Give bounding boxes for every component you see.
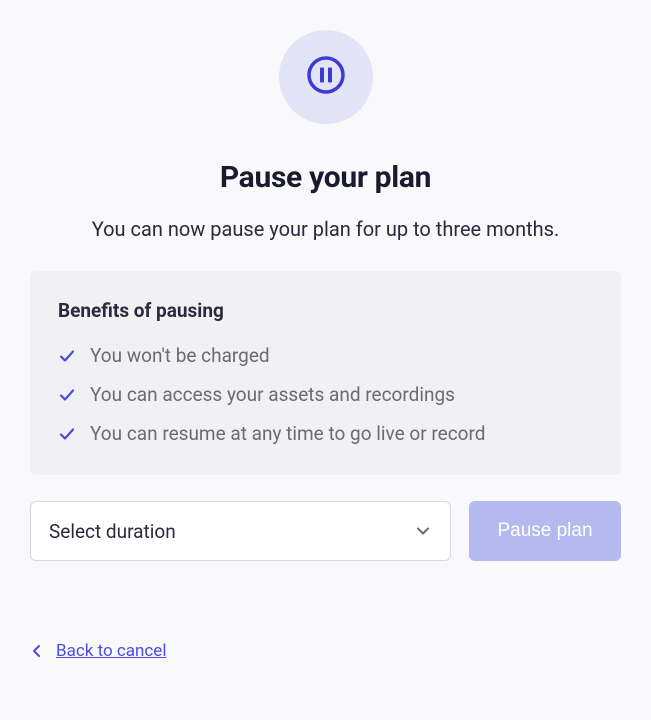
duration-select-label: Select duration	[49, 520, 176, 543]
pause-icon	[306, 55, 346, 99]
benefit-item: You can resume at any time to go live or…	[58, 422, 593, 445]
duration-select[interactable]: Select duration	[30, 501, 451, 561]
benefit-item: You won't be charged	[58, 344, 593, 367]
benefit-text: You can access your assets and recording…	[90, 383, 455, 406]
pause-plan-button[interactable]: Pause plan	[469, 501, 621, 561]
check-icon	[58, 425, 76, 443]
check-icon	[58, 386, 76, 404]
back-to-cancel-link[interactable]: Back to cancel	[56, 641, 166, 661]
pause-icon-badge	[279, 30, 373, 124]
chevron-left-icon	[30, 644, 44, 658]
chevron-down-icon	[414, 522, 432, 540]
page-subtitle: You can now pause your plan for up to th…	[92, 217, 560, 241]
benefit-text: You won't be charged	[90, 344, 270, 367]
benefits-panel: Benefits of pausing You won't be charged…	[30, 271, 621, 475]
page-title: Pause your plan	[220, 160, 431, 195]
benefit-text: You can resume at any time to go live or…	[90, 422, 485, 445]
benefits-title: Benefits of pausing	[58, 299, 593, 322]
check-icon	[58, 347, 76, 365]
benefit-item: You can access your assets and recording…	[58, 383, 593, 406]
